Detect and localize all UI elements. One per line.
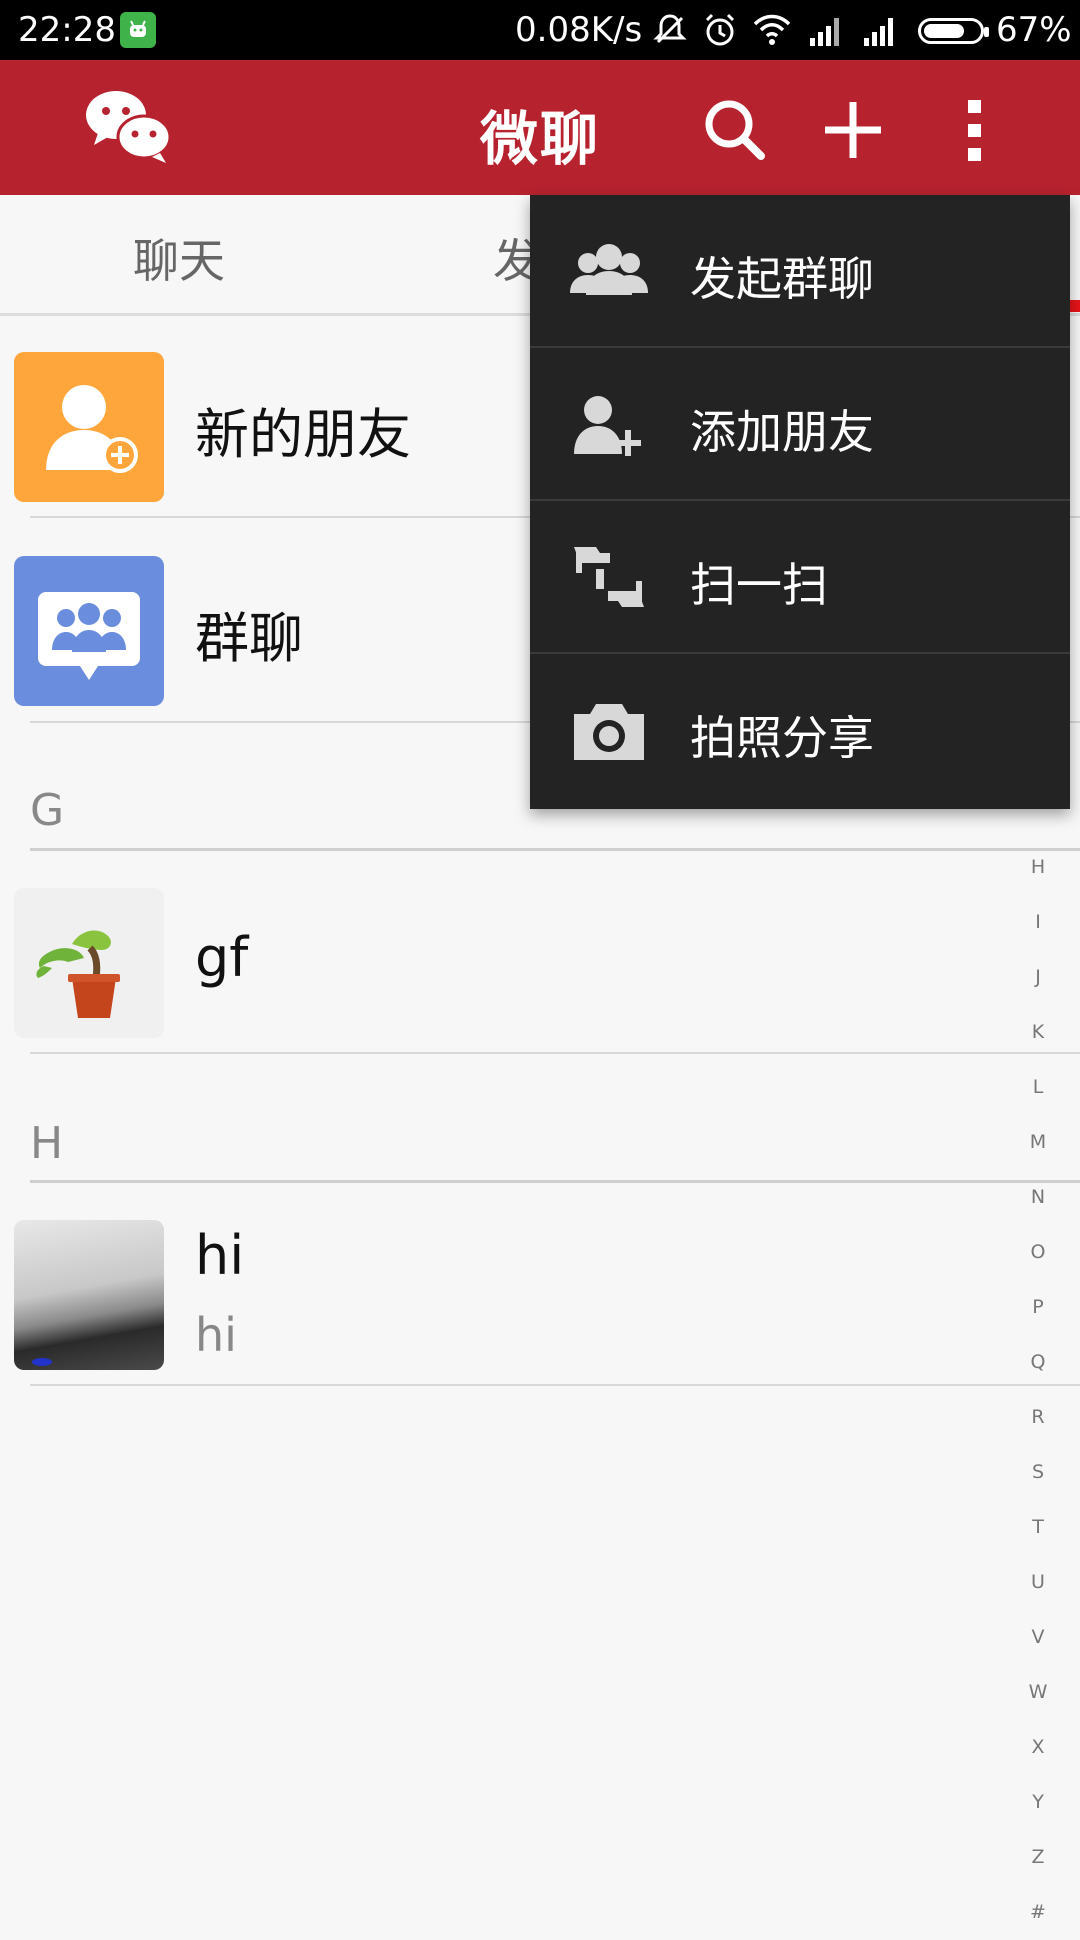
- network-speed: 0.08K/s: [515, 10, 643, 50]
- list-item-label: 群聊: [195, 607, 303, 670]
- index-letter[interactable]: #: [1016, 1885, 1060, 1940]
- menu-item-add-friend[interactable]: 添加朋友: [530, 348, 1070, 501]
- battery-icon: [918, 18, 989, 44]
- index-letter[interactable]: J: [1016, 950, 1060, 1005]
- index-letter[interactable]: Y: [1016, 1775, 1060, 1830]
- add-person-icon: [566, 384, 652, 464]
- signal-icon-1: [808, 12, 846, 57]
- app-title: 微聊: [480, 105, 601, 173]
- scan-icon: [566, 537, 652, 617]
- index-letter[interactable]: P: [1016, 1280, 1060, 1335]
- group-chat-icon: [14, 556, 164, 706]
- android-app-icon: [120, 12, 156, 48]
- index-letter[interactable]: O: [1016, 1225, 1060, 1280]
- status-time: 22:28: [18, 10, 116, 50]
- wechat-logo-icon: [80, 85, 176, 169]
- menu-label: 扫一扫: [690, 558, 828, 612]
- add-button[interactable]: [813, 90, 893, 170]
- index-letter[interactable]: L: [1016, 1060, 1060, 1115]
- menu-item-start-group-chat[interactable]: 发起群聊: [530, 195, 1070, 348]
- list-item-label: 新的朋友: [195, 403, 411, 466]
- menu-item-photo-share[interactable]: 拍照分享: [530, 654, 1070, 807]
- more-button[interactable]: [935, 90, 1015, 170]
- contact-row-gf[interactable]: gf: [0, 888, 1080, 1040]
- index-letter[interactable]: U: [1016, 1555, 1060, 1610]
- alphabet-index-bar[interactable]: H I J K L M N O P Q R S T U V W X Y Z #: [1016, 840, 1060, 1940]
- index-letter[interactable]: Z: [1016, 1830, 1060, 1885]
- index-letter[interactable]: R: [1016, 1390, 1060, 1445]
- divider: [30, 1384, 1080, 1386]
- index-letter[interactable]: W: [1016, 1665, 1060, 1720]
- index-letter[interactable]: T: [1016, 1500, 1060, 1555]
- index-letter[interactable]: V: [1016, 1610, 1060, 1665]
- signal-icon-2: [862, 12, 900, 57]
- section-divider: [30, 848, 1080, 851]
- menu-label: 拍照分享: [690, 711, 874, 765]
- contact-name: gf: [195, 926, 249, 989]
- index-letter[interactable]: I: [1016, 895, 1060, 950]
- plus-icon: [825, 102, 881, 158]
- battery-percent: 67%: [996, 10, 1072, 50]
- contact-name: hi: [195, 1224, 245, 1287]
- search-button[interactable]: [695, 90, 775, 170]
- divider: [30, 1052, 1080, 1054]
- mute-icon: [652, 12, 688, 57]
- camera-icon: [566, 690, 652, 770]
- group-icon: [566, 231, 652, 311]
- popup-menu: 发起群聊 添加朋友 扫一扫 拍照分享: [530, 195, 1070, 809]
- section-divider: [30, 1180, 1080, 1183]
- search-icon: [705, 100, 765, 160]
- index-letter[interactable]: X: [1016, 1720, 1060, 1775]
- status-bar: 22:28 0.08K/s 67%: [0, 0, 1080, 60]
- add-friend-icon: [14, 352, 164, 502]
- index-letter[interactable]: Q: [1016, 1335, 1060, 1390]
- menu-label: 发起群聊: [690, 252, 874, 306]
- more-vert-icon: [968, 100, 981, 161]
- index-letter[interactable]: H: [1016, 840, 1060, 895]
- menu-item-scan[interactable]: 扫一扫: [530, 501, 1070, 654]
- avatar-bonsai: [14, 888, 164, 1038]
- index-letter[interactable]: N: [1016, 1170, 1060, 1225]
- avatar-photo: [14, 1220, 164, 1370]
- contact-row-hi[interactable]: hi hi: [0, 1220, 1080, 1372]
- index-letter[interactable]: M: [1016, 1115, 1060, 1170]
- alarm-icon: [702, 12, 738, 57]
- contact-subtitle: hi: [195, 1308, 237, 1362]
- index-letter[interactable]: K: [1016, 1005, 1060, 1060]
- tab-chat[interactable]: 聊天: [133, 225, 225, 291]
- section-header-g: G: [30, 785, 65, 836]
- menu-label: 添加朋友: [690, 405, 874, 459]
- section-header-h: H: [30, 1118, 64, 1169]
- index-letter[interactable]: S: [1016, 1445, 1060, 1500]
- app-bar: 微聊: [0, 60, 1080, 195]
- wifi-icon: [752, 12, 792, 57]
